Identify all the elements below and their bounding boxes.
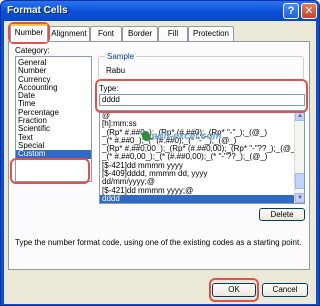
tab-number[interactable]: Number <box>10 24 48 42</box>
number-tab-panel: Category: General Number Currency Accountin… <box>8 41 310 270</box>
help-button[interactable]: ? <box>283 3 299 19</box>
hint-text: Type the number format code, using one o… <box>15 238 302 247</box>
format-code-item[interactable]: dddd <box>100 194 304 203</box>
dialog-body: Number Alignment Font Border Fill Protec… <box>4 21 316 304</box>
highlight-ok-button <box>209 278 259 302</box>
title-bar[interactable]: Format Cells ? ✕ <box>1 1 319 21</box>
tab-font[interactable]: Font <box>90 26 122 41</box>
sample-label: Sample <box>105 52 137 61</box>
watermark-text: adh-excel.com <box>152 131 222 142</box>
scroll-down-button[interactable]: ▼ <box>295 193 304 203</box>
format-code-rows: @ [h]:mm:ss _(Rp* #.##0_);_(Rp* (#.##0);_(… <box>100 111 304 203</box>
delete-button[interactable]: Delete <box>259 208 305 221</box>
tab-alignment[interactable]: Alignment <box>48 26 90 41</box>
dialog-title: Format Cells <box>7 5 68 16</box>
close-button[interactable]: ✕ <box>301 3 317 19</box>
format-code-list[interactable]: @ [h]:mm:ss _(Rp* #.##0_);_(Rp* (#.##0);_(… <box>99 110 305 204</box>
tab-border[interactable]: Border <box>122 26 158 41</box>
cancel-button[interactable]: Cancel <box>262 283 308 297</box>
format-cells-dialog: Format Cells ? ✕ Number Alignment Font B… <box>0 0 320 306</box>
sample-value: Rabu <box>106 66 126 75</box>
tab-fill[interactable]: Fill <box>158 26 188 41</box>
scroll-thumb[interactable] <box>295 173 304 189</box>
format-code-item[interactable]: [$-421]dd mmmm yyyy;@ <box>100 186 304 195</box>
format-list-scrollbar[interactable]: ▲ ▼ <box>294 111 304 203</box>
tab-protection[interactable]: Protection <box>188 26 234 41</box>
highlight-custom-category <box>10 158 90 184</box>
category-label: Category: <box>15 46 50 55</box>
highlight-type-field <box>95 79 308 113</box>
